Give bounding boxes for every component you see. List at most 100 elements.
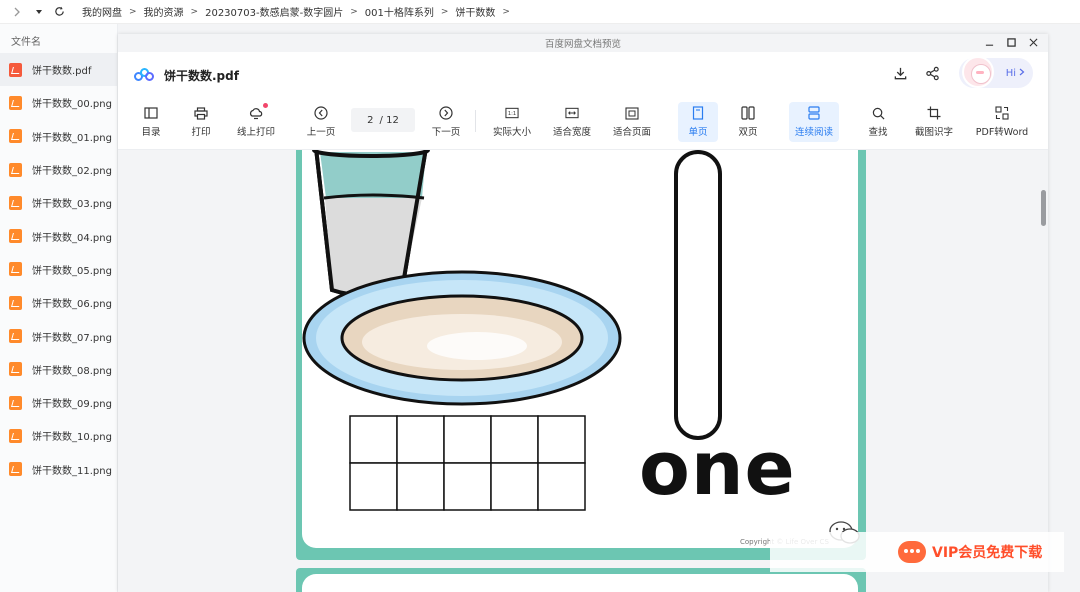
- continuous-reading-icon: [807, 106, 821, 120]
- ten-frame-cell: [443, 462, 492, 511]
- convert-icon: [995, 106, 1009, 120]
- document-preview-window: 百度网盘文档预览 饼干数数.pdf Hi 目录 打印 线上打印 上一页 2 / …: [118, 34, 1048, 592]
- actual-size-button[interactable]: 1:1 实际大小: [488, 102, 536, 142]
- close-icon[interactable]: [1029, 37, 1038, 50]
- image-file-icon: [9, 329, 22, 344]
- actual-size-icon: 1:1: [505, 106, 519, 120]
- image-file-icon: [9, 262, 22, 277]
- online-print-button[interactable]: 线上打印: [234, 102, 278, 142]
- file-list-item[interactable]: 饼干数数.pdf: [0, 53, 117, 87]
- breadcrumb-separator-icon: >: [350, 6, 358, 17]
- vip-download-banner[interactable]: VIP会员免费下载: [770, 532, 1064, 572]
- image-file-icon: [9, 462, 22, 477]
- total-pages: / 12: [379, 114, 399, 126]
- app-root: 我的网盘 > 我的资源 > 20230703-数感启蒙-数字圆片 > 001十格…: [0, 0, 1080, 592]
- svg-text:1:1: 1:1: [508, 111, 516, 117]
- chat-bubble-icon: [898, 541, 926, 563]
- fit-width-icon: [565, 106, 579, 120]
- ten-frame-cell: [490, 415, 539, 464]
- ten-frame-cell: [349, 415, 398, 464]
- next-page-button[interactable]: 下一页: [427, 102, 465, 142]
- continuous-reading-button[interactable]: 连续阅读: [789, 102, 839, 142]
- breadcrumb-item[interactable]: 001十格阵系列: [365, 4, 434, 19]
- document-page: one Copyright © Life Over CS: [296, 150, 866, 560]
- file-name: 饼干数数_03.png: [32, 199, 112, 211]
- prev-page-button[interactable]: 上一页: [302, 102, 340, 142]
- find-label: 查找: [868, 127, 888, 138]
- online-print-label: 线上打印: [236, 127, 275, 138]
- fit-page-button[interactable]: 适合页面: [608, 102, 656, 142]
- file-name: 饼干数数_09.png: [32, 399, 112, 411]
- file-list-item[interactable]: 饼干数数_10.png: [0, 419, 117, 452]
- milk-glass-icon: [312, 150, 430, 297]
- file-name: 饼干数数.pdf: [32, 66, 92, 78]
- image-file-icon: [9, 129, 22, 144]
- number-word: one: [639, 426, 796, 512]
- file-name: 饼干数数_07.png: [32, 332, 112, 344]
- file-list-item[interactable]: 饼干数数_04.png: [0, 219, 117, 252]
- file-list-item[interactable]: 饼干数数_00.png: [0, 86, 117, 119]
- viewer-window-title: 百度网盘文档预览: [544, 39, 621, 50]
- user-assistant-button[interactable]: Hi: [959, 56, 1033, 88]
- pdf-to-word-label: PDF转Word: [975, 127, 1029, 138]
- search-icon: [871, 106, 885, 120]
- file-list-item[interactable]: 饼干数数_05.png: [0, 253, 117, 286]
- column-header-filename[interactable]: 文件名: [0, 24, 117, 53]
- double-page-button[interactable]: 双页: [728, 102, 768, 142]
- file-list-item[interactable]: 饼干数数_02.png: [0, 153, 117, 186]
- ten-frame-cell: [396, 415, 445, 464]
- ten-frame-cell: [443, 415, 492, 464]
- file-list-sidebar: 文件名 饼干数数.pdf 饼干数数_00.png 饼干数数_01.png 饼干数数_0…: [0, 24, 118, 592]
- printer-icon: [194, 106, 208, 120]
- file-list-item[interactable]: 饼干数数_06.png: [0, 286, 117, 319]
- document-canvas[interactable]: one Copyright © Life Over CS: [118, 150, 1048, 592]
- page-number-input[interactable]: 2 / 12: [351, 108, 415, 132]
- avatar: [962, 56, 994, 88]
- breadcrumb: 我的网盘 > 我的资源 > 20230703-数感启蒙-数字圆片 > 001十格…: [82, 4, 517, 20]
- file-list-item[interactable]: 饼干数数_03.png: [0, 186, 117, 219]
- breadcrumb-item[interactable]: 我的网盘: [82, 4, 122, 19]
- breadcrumb-item[interactable]: 我的资源: [144, 4, 184, 19]
- prev-page-label: 上一页: [306, 127, 336, 138]
- breadcrumb-item[interactable]: 20230703-数感启蒙-数字圆片: [205, 4, 343, 19]
- chevron-left-circle-icon: [314, 106, 328, 120]
- image-file-icon: [9, 95, 22, 110]
- breadcrumb-item[interactable]: 饼干数数: [455, 4, 495, 19]
- share-icon[interactable]: [921, 62, 943, 84]
- actual-size-label: 实际大小: [492, 127, 531, 138]
- find-button[interactable]: 查找: [860, 102, 896, 142]
- maximize-icon[interactable]: [1007, 37, 1016, 50]
- single-page-button[interactable]: 单页: [678, 102, 718, 142]
- vertical-scrollbar[interactable]: [1041, 190, 1046, 226]
- print-button[interactable]: 打印: [184, 102, 218, 142]
- file-name: 饼干数数_11.png: [32, 465, 112, 477]
- file-name: 饼干数数_02.png: [32, 166, 112, 178]
- refresh-icon[interactable]: [50, 3, 68, 21]
- fit-width-button[interactable]: 适合宽度: [548, 102, 596, 142]
- ten-frame-cell: [349, 462, 398, 511]
- download-icon[interactable]: [889, 62, 911, 84]
- current-page: 2: [367, 114, 374, 126]
- image-file-icon: [9, 362, 22, 377]
- image-file-icon: [9, 428, 22, 443]
- forward-arrow-icon[interactable]: [8, 3, 26, 21]
- file-list-item[interactable]: 饼干数数_09.png: [0, 386, 117, 419]
- double-page-icon: [741, 106, 755, 120]
- crop-icon: [927, 106, 941, 120]
- ocr-button[interactable]: 截图识字: [910, 102, 958, 142]
- print-label: 打印: [191, 127, 211, 138]
- history-dropdown-icon[interactable]: [30, 3, 48, 21]
- file-list-item[interactable]: 饼干数数_01.png: [0, 120, 117, 153]
- image-file-icon: [9, 295, 22, 310]
- pdf-to-word-button[interactable]: PDF转Word: [970, 102, 1034, 142]
- file-list-item[interactable]: 饼干数数_08.png: [0, 353, 117, 386]
- file-list-item[interactable]: 饼干数数_11.png: [0, 453, 117, 486]
- file-list-item[interactable]: 饼干数数_07.png: [0, 319, 117, 352]
- ocr-label: 截图识字: [914, 127, 953, 138]
- image-file-icon: [9, 395, 22, 410]
- continuous-reading-label: 连续阅读: [794, 127, 833, 138]
- minimize-icon[interactable]: [985, 37, 994, 50]
- toc-button[interactable]: 目录: [134, 102, 168, 142]
- breadcrumb-separator-icon: >: [129, 6, 137, 17]
- single-page-label: 单页: [688, 127, 708, 138]
